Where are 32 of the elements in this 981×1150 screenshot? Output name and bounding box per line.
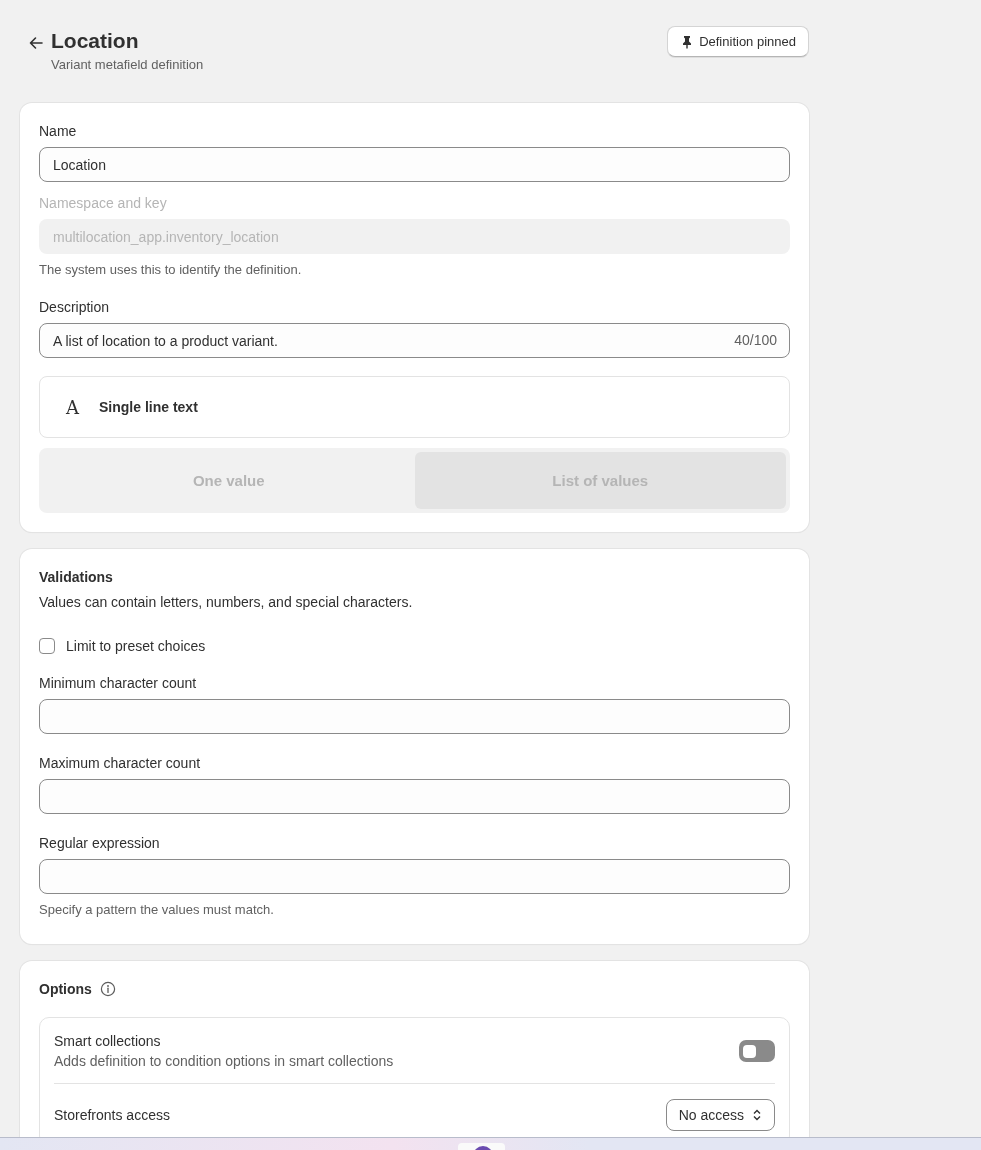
input-field[interactable] <box>39 859 790 894</box>
back-arrow-icon <box>28 35 44 51</box>
input-field[interactable] <box>39 699 790 734</box>
info-icon[interactable] <box>99 981 116 997</box>
input-field[interactable] <box>39 779 790 814</box>
type-glyph: A <box>66 396 79 418</box>
type-label: Single line text <box>99 399 198 415</box>
input-field[interactable]: Location <box>39 147 790 182</box>
section-description: Values can contain letters, numbers, and special characters. <box>39 594 414 610</box>
chevron-updown-icon <box>752 1109 762 1121</box>
page-title: Location <box>51 28 140 54</box>
field-label: Maximum character count <box>39 755 202 771</box>
section-title: Validations <box>39 569 114 585</box>
field-label: Minimum character count <box>39 675 198 691</box>
checkbox-label: Limit to preset choices <box>66 638 206 654</box>
character-counter: 40/100 <box>734 332 777 348</box>
field-label: Regular expression <box>39 835 161 851</box>
option-description: Adds definition to condition options in smart collections <box>54 1053 394 1069</box>
option-title: Storefronts access <box>54 1107 170 1123</box>
option-title: Smart collections <box>54 1033 162 1049</box>
type-card[interactable]: A Single line text <box>39 376 790 438</box>
toggle-switch[interactable] <box>739 1040 775 1062</box>
field-label: Description <box>39 299 111 315</box>
help-text: The system uses this to identify the definition. <box>39 262 303 277</box>
section-title: Options <box>39 981 92 997</box>
select-field[interactable]: No access <box>665 1099 775 1131</box>
field-label: Namespace and key <box>39 195 168 211</box>
checkbox[interactable] <box>39 638 55 654</box>
field-label: Name <box>39 123 78 139</box>
page-subtitle: Variant metafield definition <box>51 57 204 72</box>
help-text: Specify a pattern the values must match. <box>39 902 275 917</box>
pin-button[interactable]: Definition pinned <box>667 26 809 57</box>
